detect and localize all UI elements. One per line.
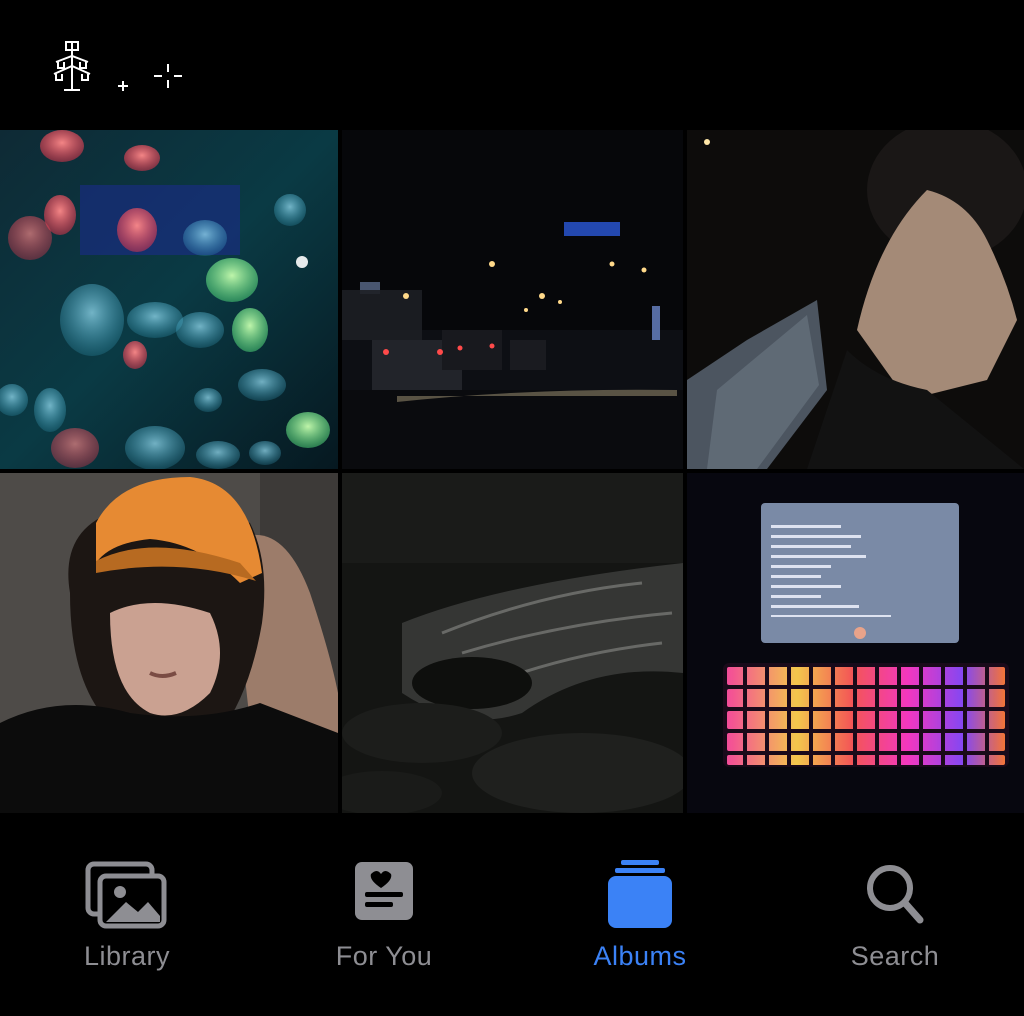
- photo-jellyfish-aquarium[interactable]: [0, 130, 338, 469]
- for-you-icon: [355, 862, 413, 920]
- tab-library[interactable]: Library: [27, 815, 227, 1016]
- photo-library-icon: [85, 861, 167, 929]
- tab-albums[interactable]: Albums: [540, 815, 740, 1016]
- photo-night-road[interactable]: [342, 130, 683, 469]
- tab-library-label: Library: [83, 941, 171, 971]
- tab-bar: Library For You Albums Search: [0, 815, 1024, 1016]
- photo-dark-hand-portrait[interactable]: [687, 130, 1024, 469]
- photo-grid: [0, 130, 1024, 813]
- photo-orange-cap-selfie[interactable]: [0, 473, 338, 813]
- tab-search-label: Search: [850, 941, 940, 971]
- magnifier-icon: [867, 865, 924, 924]
- tab-albums-label: Albums: [593, 941, 687, 971]
- tab-search[interactable]: Search: [795, 815, 995, 1016]
- photo-night-sea-waves[interactable]: [342, 473, 683, 813]
- decorative-sticker-icon: [53, 41, 182, 91]
- albums-stack-icon: [608, 860, 672, 928]
- photo-tablet-rgb-keyboard[interactable]: [687, 473, 1024, 813]
- tab-for-you[interactable]: For You: [284, 815, 484, 1016]
- tab-for-you-label: For You: [335, 941, 433, 971]
